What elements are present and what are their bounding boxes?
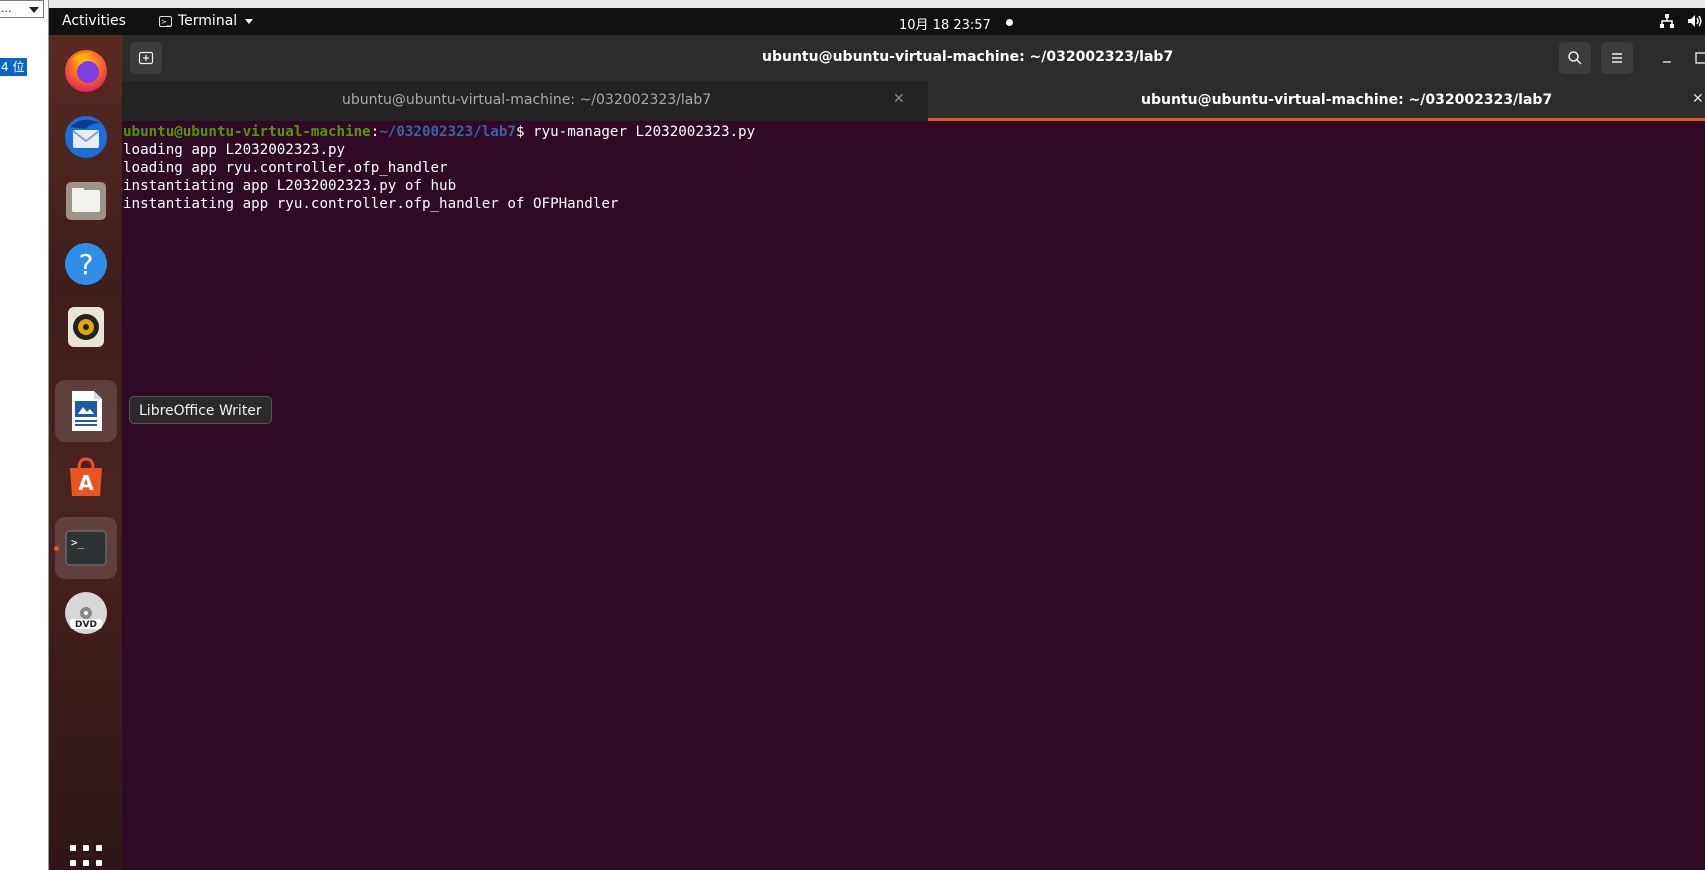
terminal-output[interactable]: ubuntu@ubuntu-virtual-machine:~/03200232… — [123, 123, 1703, 863]
terminal-header-bar: ubuntu@ubuntu-virtual-machine: ~/0320023… — [122, 35, 1705, 81]
terminal-tab-bar: ubuntu@ubuntu-virtual-machine: ~/0320023… — [122, 81, 1705, 121]
app-menu-label: Terminal — [178, 13, 238, 29]
dock: ? A >_ DVD — [49, 35, 122, 870]
host-side-panel: ... 4 位 — [0, 0, 49, 870]
help-icon: ? — [65, 243, 107, 285]
prompt-line: ubuntu@ubuntu-virtual-machine:~/03200232… — [123, 123, 1703, 141]
app-menu-button[interactable]: >_ Terminal — [159, 13, 254, 29]
command-text: ryu-manager L2032002323.py — [533, 124, 756, 140]
vm-top-strip — [49, 0, 1705, 8]
dock-item-dvd[interactable]: DVD — [55, 582, 117, 644]
network-icon[interactable] — [1659, 13, 1675, 29]
terminal-icon: >_ — [65, 530, 107, 566]
dvd-icon: DVD — [65, 592, 107, 634]
volume-icon[interactable] — [1687, 13, 1703, 29]
rhythmbox-icon — [68, 307, 104, 347]
dock-item-writer[interactable] — [55, 380, 117, 442]
host-selected-item[interactable]: 4 位 — [0, 58, 27, 76]
clock[interactable]: 10月 18 23:57 — [899, 14, 991, 33]
dock-item-firefox[interactable] — [55, 39, 117, 101]
active-tab-indicator — [928, 118, 1705, 121]
tab-2[interactable]: ubuntu@ubuntu-virtual-machine: ~/0320023… — [928, 81, 1705, 121]
prompt-symbol: $ — [515, 124, 534, 140]
prompt-path: ~/032002323/lab7 — [379, 124, 516, 140]
activities-button[interactable]: Activities — [62, 13, 126, 29]
search-icon — [1568, 51, 1582, 65]
svg-text:A: A — [78, 471, 94, 495]
new-tab-button[interactable] — [130, 42, 162, 74]
notification-dot-icon — [1006, 19, 1013, 26]
output-line: loading app ryu.controller.ofp_handler — [123, 160, 448, 176]
terminal-small-icon: >_ — [159, 15, 172, 27]
host-dropdown-text: ... — [1, 2, 12, 15]
tab-1[interactable]: ubuntu@ubuntu-virtual-machine: ~/0320023… — [122, 81, 927, 121]
chevron-down-icon — [245, 18, 254, 24]
tab-label: ubuntu@ubuntu-virtual-machine: ~/0320023… — [342, 92, 712, 108]
dock-tooltip: LibreOffice Writer — [129, 396, 272, 424]
menu-button[interactable] — [1601, 42, 1633, 74]
output-line: instantiating app L2032002323.py of hub — [123, 178, 457, 194]
host-dropdown[interactable]: ... — [0, 0, 44, 18]
writer-icon — [72, 391, 102, 431]
firefox-icon — [65, 50, 107, 92]
svg-text:?: ? — [79, 248, 94, 281]
close-tab-icon[interactable]: ✕ — [893, 91, 905, 107]
dock-item-terminal[interactable]: >_ — [54, 517, 117, 579]
gnome-top-bar: Activities >_ Terminal 10月 18 23:57 — [49, 8, 1705, 35]
tab-label: ubuntu@ubuntu-virtual-machine: ~/0320023… — [1141, 92, 1553, 108]
minimize-icon[interactable] — [1661, 53, 1673, 65]
prompt-user: ubuntu@ubuntu-virtual-machine — [123, 124, 371, 140]
dock-item-thunderbird[interactable] — [55, 106, 117, 168]
window-title: ubuntu@ubuntu-virtual-machine: ~/0320023… — [762, 49, 1174, 65]
chevron-down-icon — [29, 7, 39, 13]
output-line: instantiating app ryu.controller.ofp_han… — [123, 196, 619, 212]
show-apps-grid-icon[interactable] — [70, 845, 102, 869]
hamburger-menu-icon — [1612, 53, 1622, 63]
new-tab-icon — [138, 51, 154, 65]
dock-item-software[interactable]: A — [55, 447, 117, 509]
dock-item-files[interactable] — [55, 170, 117, 232]
prompt-separator: : — [370, 124, 380, 140]
dock-item-help[interactable]: ? — [55, 233, 117, 295]
software-icon: A — [70, 457, 102, 496]
running-indicator — [54, 546, 59, 551]
maximize-icon[interactable] — [1695, 52, 1705, 64]
output-line: loading app L2032002323.py — [123, 142, 346, 158]
svg-text:DVD: DVD — [75, 620, 97, 630]
search-button[interactable] — [1559, 42, 1591, 74]
thunderbird-icon — [65, 116, 107, 158]
dock-item-rhythmbox[interactable] — [55, 296, 117, 358]
close-tab-icon[interactable]: ✕ — [1692, 91, 1704, 107]
files-icon — [66, 182, 106, 220]
svg-text:>_: >_ — [71, 536, 85, 549]
terminal-window: ubuntu@ubuntu-virtual-machine: ~/0320023… — [122, 35, 1705, 870]
